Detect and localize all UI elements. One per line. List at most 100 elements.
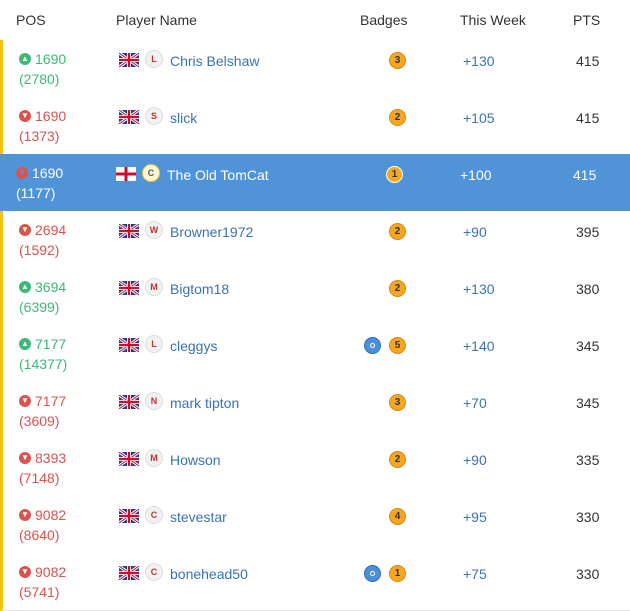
- table-row[interactable]: ▼ 8393 (7148) M Howson 2 +90 335: [0, 439, 630, 497]
- this-week-points: +130: [463, 281, 495, 297]
- badge-count-icon: 3: [389, 52, 406, 69]
- header-badges[interactable]: Badges: [360, 12, 407, 28]
- player-name-link[interactable]: cleggys: [170, 336, 217, 356]
- uk-flag-icon: [118, 393, 140, 411]
- this-week-points: +75: [463, 566, 487, 582]
- this-week-points: +100: [460, 167, 492, 183]
- position-value: 3694: [35, 279, 67, 295]
- player-name-link[interactable]: slick: [170, 108, 197, 128]
- arrow-down-icon: ▼: [19, 452, 31, 464]
- uk-flag-icon: [118, 108, 140, 126]
- table-row[interactable]: ▼ 9082 (8640) Cstevestar 4 +95 330: [0, 496, 630, 554]
- spurs-crest-icon: S: [145, 107, 163, 125]
- uk-flag-icon: [118, 450, 140, 468]
- position-cell: ▲ 1690 (2780): [19, 49, 66, 89]
- england-flag-icon: [115, 166, 137, 182]
- position-value: 9082: [35, 507, 67, 523]
- arrow-down-icon: ▼: [19, 395, 31, 407]
- total-points: 330: [576, 566, 600, 582]
- this-week-points: +105: [463, 110, 495, 126]
- arrow-up-icon: ▲: [19, 281, 31, 293]
- liverpool-crest-icon: L: [145, 50, 163, 68]
- previous-position: (3609): [19, 413, 60, 429]
- previous-position: (1373): [19, 128, 60, 144]
- arrow-up-icon: ▲: [19, 338, 31, 350]
- previous-position: (7148): [19, 470, 60, 486]
- badge-count-icon: 4: [389, 508, 406, 525]
- table-row[interactable]: ▲ 7177 (14377) Lcleggys 5 +140 345: [0, 325, 630, 383]
- player-name-link[interactable]: The Old TomCat: [167, 165, 269, 185]
- westham-crest-icon: W: [145, 221, 163, 239]
- arrow-down-icon: ▼: [19, 566, 31, 578]
- total-points: 415: [576, 53, 600, 69]
- player-name-link[interactable]: mark tipton: [170, 393, 239, 413]
- uk-flag-icon: [118, 222, 140, 240]
- total-points: 380: [576, 281, 600, 297]
- total-points: 330: [576, 509, 600, 525]
- player-name-link[interactable]: Chris Belshaw: [170, 51, 259, 71]
- total-points: 345: [576, 338, 600, 354]
- this-week-points: +95: [463, 509, 487, 525]
- arrow-down-icon: ▼: [16, 167, 28, 179]
- club-crest-icon: C: [142, 164, 160, 182]
- blue-badge-icon: [364, 337, 381, 354]
- header-player-name[interactable]: Player Name: [116, 12, 197, 28]
- this-week-points: +70: [463, 395, 487, 411]
- table-row[interactable]: ▲ 1690 (2780) L Chris Belshaw 3 +130 415: [0, 40, 630, 98]
- position-value: 7177: [35, 336, 67, 352]
- player-name-link[interactable]: bonehead50: [170, 564, 248, 584]
- badge-count-icon: 2: [389, 451, 406, 468]
- uk-flag-icon: [118, 564, 140, 582]
- position-value: 7177: [35, 393, 67, 409]
- table-row[interactable]: ▼ 1690 (1373) Sslick 2 +105 415: [0, 97, 630, 155]
- this-week-points: +90: [463, 224, 487, 240]
- arrow-down-icon: ▼: [19, 110, 31, 122]
- header-this-week[interactable]: This Week: [460, 12, 526, 28]
- position-cell: ▼ 2694 (1592): [19, 220, 66, 260]
- table-header: POS Player Name Badges This Week PTS: [0, 0, 630, 41]
- previous-position: (8640): [19, 527, 60, 543]
- position-cell: ▼ 1690 (1373): [19, 106, 66, 146]
- total-points: 415: [573, 167, 597, 183]
- blue-badge-icon: [364, 565, 381, 582]
- uk-flag-icon: [118, 507, 140, 525]
- position-value: 2694: [35, 222, 67, 238]
- position-cell: ▲ 3694 (6399): [19, 277, 66, 317]
- uk-flag-icon: [118, 336, 140, 354]
- position-cell: ▼ 9082 (5741): [19, 562, 66, 602]
- header-pos[interactable]: POS: [16, 12, 46, 28]
- table-row[interactable]: ▲ 3694 (6399) M Bigtom18 2 +130 380: [0, 268, 630, 326]
- badge-count-icon: 3: [389, 394, 406, 411]
- position-cell: ▼ 9082 (8640): [19, 505, 66, 545]
- arrow-down-icon: ▼: [19, 224, 31, 236]
- header-pts[interactable]: PTS: [573, 12, 600, 28]
- this-week-points: +90: [463, 452, 487, 468]
- badge-count-icon: 1: [389, 565, 406, 582]
- player-name-link[interactable]: stevestar: [170, 507, 227, 527]
- position-cell: ▼ 1690 (1177): [16, 163, 63, 203]
- position-cell: ▼ 8393 (7148): [19, 448, 66, 488]
- leaderboard-table: POS Player Name Badges This Week PTS ▲ 16…: [0, 0, 630, 611]
- total-points: 415: [576, 110, 600, 126]
- badge-count-icon: 2: [389, 223, 406, 240]
- total-points: 345: [576, 395, 600, 411]
- previous-position: (1592): [19, 242, 60, 258]
- arrow-up-icon: ▲: [19, 53, 31, 65]
- uk-flag-icon: [118, 279, 140, 297]
- player-name-link[interactable]: Howson: [170, 450, 221, 470]
- player-name-link[interactable]: Browner1972: [170, 222, 253, 242]
- position-value: 1690: [32, 165, 64, 181]
- position-value: 9082: [35, 564, 67, 580]
- table-row[interactable]: ▼ 1690 (1177) C The Old TomCat 1 +100 415: [0, 154, 630, 212]
- cheltenham-crest-icon: C: [145, 563, 163, 581]
- manutd-crest-icon: M: [145, 278, 163, 296]
- manutd-crest-icon: M: [145, 449, 163, 467]
- table-row[interactable]: ▼ 9082 (5741) Cbonehead50 1 +75 330: [0, 553, 630, 611]
- table-row[interactable]: ▼ 7177 (3609) Nmark tipton 3 +70 345: [0, 382, 630, 440]
- position-value: 1690: [35, 51, 67, 67]
- badge-count-icon: 1: [386, 166, 403, 183]
- position-value: 8393: [35, 450, 67, 466]
- forest-crest-icon: N: [145, 392, 163, 410]
- table-row[interactable]: ▼ 2694 (1592) W Browner1972 2 +90 395: [0, 211, 630, 269]
- player-name-link[interactable]: Bigtom18: [170, 279, 229, 299]
